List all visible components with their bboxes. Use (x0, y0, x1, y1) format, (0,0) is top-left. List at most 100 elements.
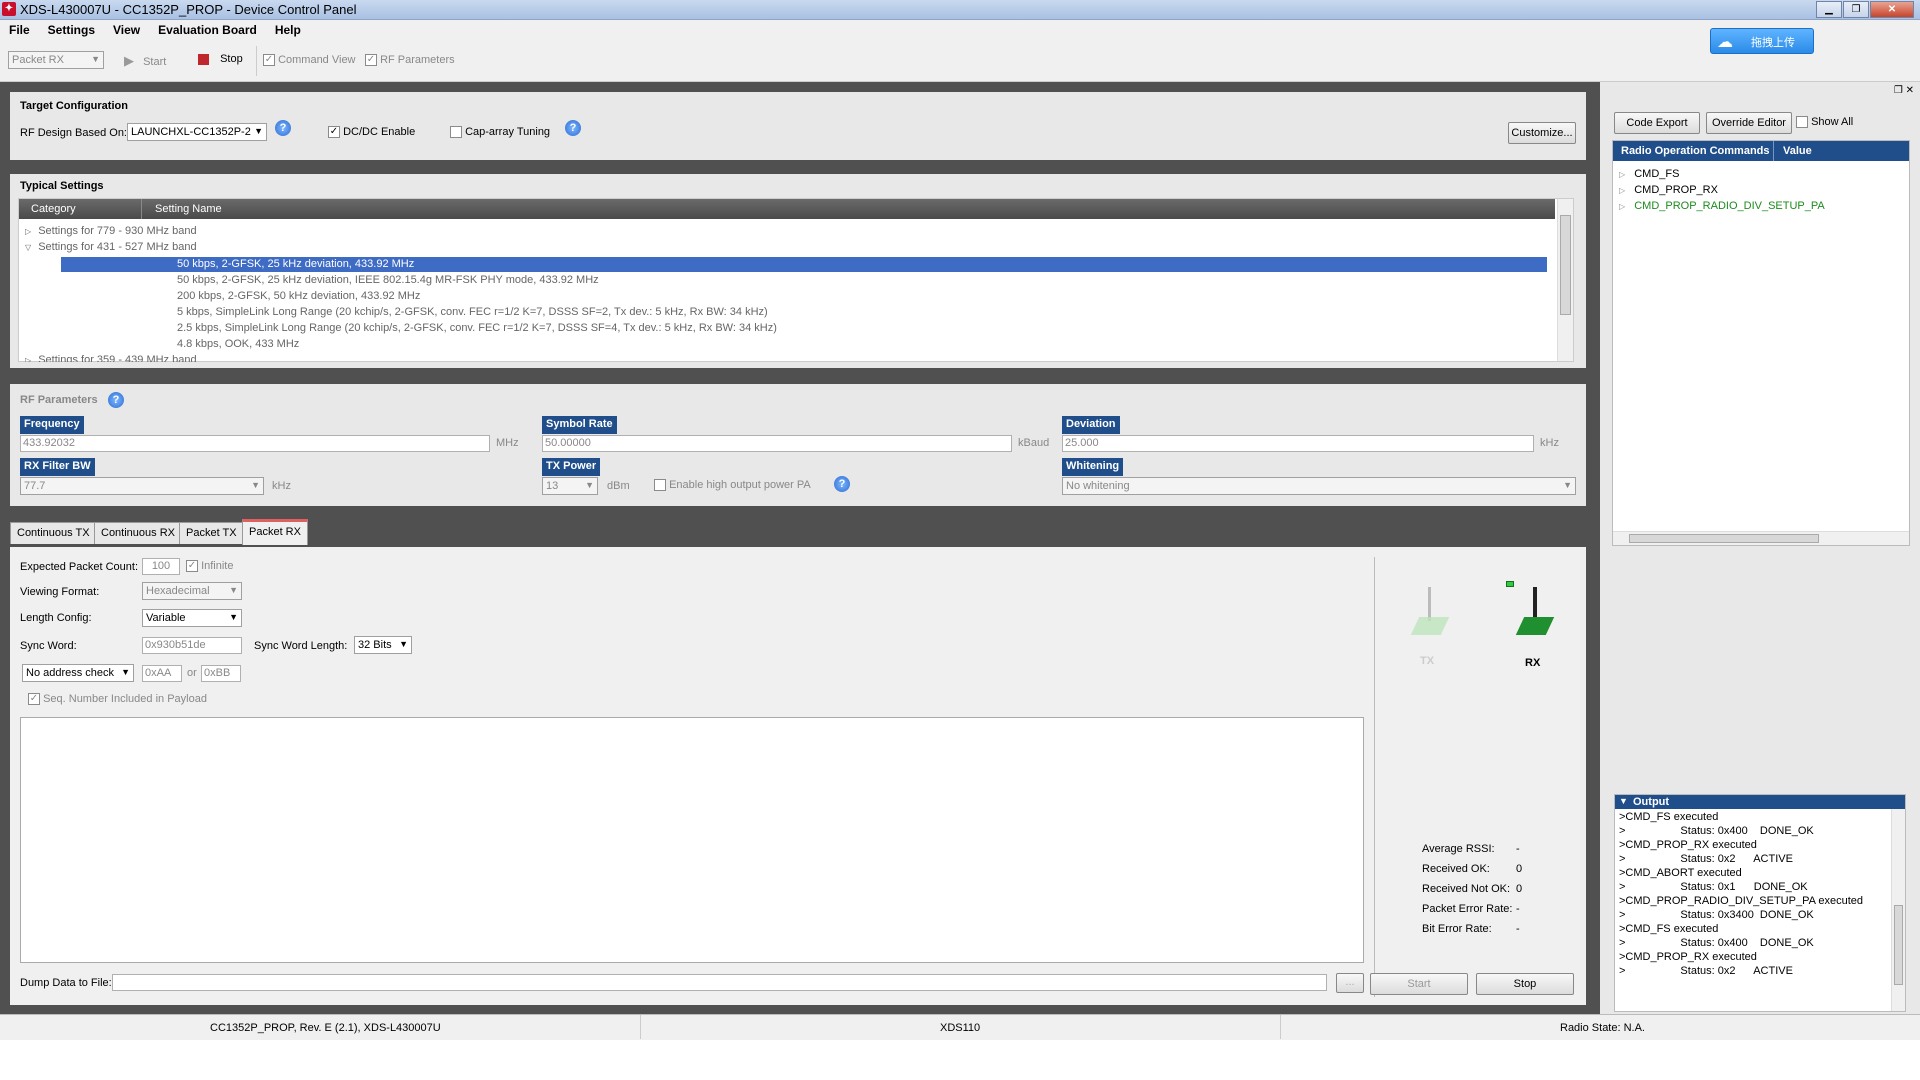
infinite-checkbox[interactable]: ✓ Infinite (186, 560, 233, 573)
column-commands[interactable]: Radio Operation Commands (1621, 145, 1770, 157)
rx-indicator-led (1506, 581, 1514, 587)
symbol-rate-field[interactable]: 50.00000 (542, 435, 1012, 452)
stat-value: 0 (1516, 863, 1523, 875)
typical-settings-title: Typical Settings (20, 180, 104, 192)
stop-button[interactable]: Stop (198, 53, 243, 65)
settings-tree: Category Setting Name ▷ Settings for 779… (18, 198, 1574, 362)
code-export-button[interactable]: Code Export (1614, 112, 1700, 134)
panel-close-icon[interactable]: ❐ ✕ (1894, 85, 1914, 96)
whitening-label: Whitening (1062, 458, 1124, 476)
setting-item[interactable]: 200 kbps, 2-GFSK, 50 kHz deviation, 433.… (177, 290, 420, 302)
upload-button[interactable]: ☁ 拖拽上传 (1710, 28, 1814, 54)
close-button[interactable]: ✕ (1870, 1, 1914, 18)
setting-item[interactable]: 5 kbps, SimpleLink Long Range (20 kchip/… (177, 306, 768, 318)
seq-number-checkbox[interactable]: ✓ Seq. Number Included in Payload (28, 693, 207, 706)
whitening-select[interactable]: No whitening ▼ (1062, 477, 1576, 495)
tx-power-unit: dBm (607, 480, 630, 492)
dump-file-field[interactable] (112, 974, 1327, 991)
column-setting-name[interactable]: Setting Name (155, 203, 222, 215)
sync-word-length-label: Sync Word Length: (254, 640, 348, 652)
stat-value: - (1516, 843, 1520, 855)
tab-continuous-tx[interactable]: Continuous TX (10, 522, 97, 544)
log-line: > Status: 0x1 DONE_OK (1619, 881, 1808, 893)
packet-data-area[interactable] (20, 717, 1364, 963)
minimize-button[interactable]: ▁ (1816, 1, 1842, 18)
rx-start-button[interactable]: Start (1370, 973, 1468, 995)
menu-evaluation-board[interactable]: Evaluation Board (149, 20, 266, 40)
length-config-label: Length Config: (20, 612, 92, 624)
typical-settings-panel: Typical Settings Category Setting Name ▷… (10, 174, 1586, 368)
chevron-down-icon[interactable]: ▼ (1619, 796, 1628, 806)
command-item[interactable]: ▷ CMD_PROP_RX (1619, 184, 1718, 196)
stat-label: Packet Error Rate: (1422, 903, 1513, 915)
expected-count-field[interactable]: 100 (142, 558, 180, 575)
column-value[interactable]: Value (1783, 145, 1812, 157)
tree-group-779-930[interactable]: ▷ Settings for 779 - 930 MHz band (25, 225, 197, 237)
rx-filter-bw-select[interactable]: 77.7 ▼ (20, 477, 264, 495)
address-1-field[interactable]: 0xAA (142, 665, 182, 682)
tree-group-431-527[interactable]: ▽ Settings for 431 - 527 MHz band (25, 241, 197, 253)
setting-item[interactable]: 50 kbps, 2-GFSK, 25 kHz deviation, 433.9… (177, 258, 414, 270)
rf-parameters-toggle[interactable]: ✓ RF Parameters (365, 54, 455, 67)
address-2-field[interactable]: 0xBB (201, 665, 241, 682)
checkbox-icon (654, 479, 666, 492)
help-icon[interactable]: ? (834, 476, 850, 492)
column-category[interactable]: Category (31, 203, 76, 215)
rf-parameters-panel: RF Parameters ? Frequency 433.92032 MHz … (10, 384, 1586, 506)
command-item[interactable]: ▷ CMD_PROP_RADIO_DIV_SETUP_PA (1619, 200, 1825, 212)
settings-tree-header: Category Setting Name (19, 199, 1555, 219)
menu-file[interactable]: File (0, 20, 39, 40)
command-label: CMD_PROP_RADIO_DIV_SETUP_PA (1634, 200, 1825, 212)
menu-settings[interactable]: Settings (39, 20, 104, 40)
scrollbar-thumb[interactable] (1894, 905, 1903, 985)
deviation-field[interactable]: 25.000 (1062, 435, 1534, 452)
tab-packet-rx[interactable]: Packet RX (242, 519, 308, 545)
dcdc-enable-checkbox[interactable]: ✓ DC/DC Enable (328, 126, 415, 139)
help-icon[interactable]: ? (275, 120, 291, 136)
sync-word-field[interactable]: 0x930b51de (142, 637, 242, 654)
rf-design-select[interactable]: LAUNCHXL-CC1352P-2 ▼ (127, 123, 267, 141)
browse-button[interactable]: ... (1336, 973, 1364, 993)
setting-item[interactable]: 2.5 kbps, SimpleLink Long Range (20 kchi… (177, 322, 777, 334)
vertical-scrollbar[interactable] (1557, 199, 1573, 361)
tree-group-359-439[interactable]: ▷ Settings for 359 - 439 MHz band (25, 354, 197, 362)
address-check-select[interactable]: No address check ▼ (22, 664, 134, 682)
command-view-toggle[interactable]: ✓ Command View (263, 54, 356, 67)
setting-item[interactable]: 50 kbps, 2-GFSK, 25 kHz deviation, IEEE … (177, 274, 599, 286)
chevron-down-icon: ▼ (251, 480, 260, 490)
log-line: >CMD_FS executed (1619, 923, 1719, 935)
viewing-format-select[interactable]: Hexadecimal ▼ (142, 582, 242, 600)
help-icon[interactable]: ? (108, 392, 124, 408)
menu-view[interactable]: View (104, 20, 149, 40)
start-button[interactable]: ▶ Start (124, 53, 166, 69)
rx-stop-button[interactable]: Stop (1476, 973, 1574, 995)
sync-word-length-select[interactable]: 32 Bits ▼ (354, 636, 412, 654)
dump-file-label: Dump Data to File: (20, 977, 112, 989)
menu-help[interactable]: Help (266, 20, 310, 40)
scrollbar-thumb[interactable] (1560, 215, 1571, 315)
command-item[interactable]: ▷ CMD_FS (1619, 168, 1679, 180)
mode-select[interactable]: Packet RX ▼ (8, 51, 104, 69)
show-all-checkbox[interactable]: Show All (1796, 116, 1854, 129)
high-power-pa-label: Enable high output power PA (669, 479, 811, 491)
tab-packet-tx[interactable]: Packet TX (179, 522, 244, 544)
cap-array-checkbox[interactable]: Cap-array Tuning (450, 126, 550, 139)
show-all-label: Show All (1811, 116, 1854, 128)
setting-item[interactable]: 4.8 kbps, OOK, 433 MHz (177, 338, 299, 350)
customize-button[interactable]: Customize... (1508, 122, 1576, 144)
command-panel: ❐ ✕ Code Export Override Editor Show All… (1600, 82, 1920, 1014)
high-power-pa-checkbox[interactable]: Enable high output power PA (654, 479, 811, 492)
rx-antenna-icon (1515, 587, 1555, 647)
horizontal-scrollbar[interactable] (1613, 531, 1909, 545)
tab-continuous-rx[interactable]: Continuous RX (94, 522, 182, 544)
override-editor-button[interactable]: Override Editor (1706, 112, 1792, 134)
maximize-button[interactable]: ❐ (1843, 1, 1869, 18)
frequency-field[interactable]: 433.92032 (20, 435, 490, 452)
help-icon[interactable]: ? (565, 120, 581, 136)
output-scrollbar[interactable] (1891, 809, 1905, 1011)
length-config-select[interactable]: Variable ▼ (142, 609, 242, 627)
scrollbar-thumb[interactable] (1629, 534, 1819, 543)
command-view-label: Command View (278, 54, 356, 66)
tx-power-select[interactable]: 13 ▼ (542, 477, 598, 495)
window-title: XDS-L430007U - CC1352P_PROP - Device Con… (20, 2, 357, 17)
